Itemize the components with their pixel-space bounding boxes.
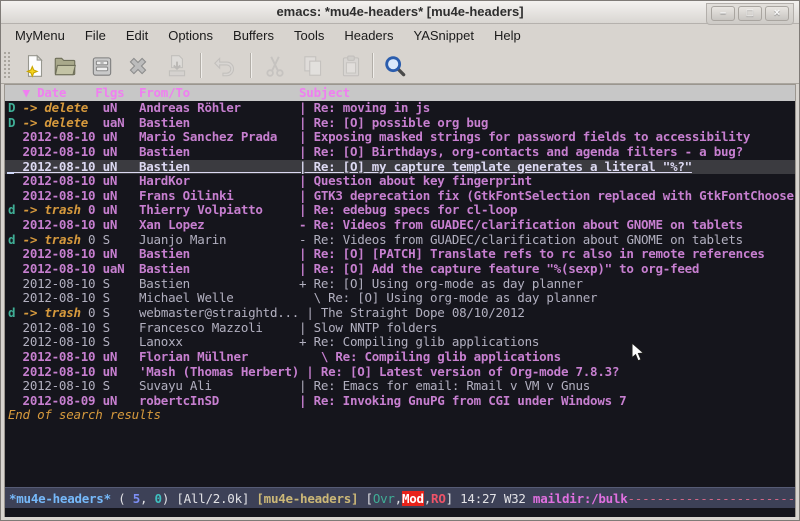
modeline-minor: [mu4e-headers] — [256, 491, 358, 506]
message-row[interactable]: 2012-08-10 uN Bastien | Re: [O] [PATCH] … — [5, 247, 795, 262]
undo-button[interactable] — [211, 53, 237, 79]
toolbar — [1, 47, 799, 84]
message-row[interactable]: D -> delete uaN Bastien | Re: [O] possib… — [5, 116, 795, 131]
save-as-button[interactable] — [164, 53, 190, 79]
emacs-window: emacs: *mu4e-headers* [mu4e-headers] –□×… — [0, 0, 800, 521]
new-file-button[interactable] — [22, 53, 48, 79]
message-row[interactable]: 2012-08-10 uN Bastien | Re: [O] my captu… — [5, 160, 795, 175]
modeline-plain: , — [395, 491, 402, 506]
toolbar-separator — [250, 53, 251, 78]
minimize-button[interactable]: – — [711, 6, 735, 21]
menu-headers[interactable]: Headers — [334, 26, 403, 45]
message-row[interactable]: 2012-08-10 uN Florian Müllner \ Re: Comp… — [5, 350, 795, 365]
modeline-plain: ] 14:27 W32 — [446, 491, 533, 506]
message-row[interactable]: 2012-08-10 S Lanoxx + Re: Compiling glib… — [5, 335, 795, 350]
maximize-button[interactable]: □ — [738, 6, 762, 21]
modeline-ro: RO — [431, 491, 446, 506]
menu-help[interactable]: Help — [484, 26, 531, 45]
message-row[interactable]: 2012-08-10 uN Xan Lopez - Re: Videos fro… — [5, 218, 795, 233]
message-row[interactable]: 2012-08-10 uN 'Mash (Thomas Herbert) | R… — [5, 365, 795, 380]
message-row[interactable]: 2012-08-10 S Francesco Mazzoli | Slow NN… — [5, 321, 795, 336]
message-row[interactable]: 2012-08-10 S Suvayu Ali | Re: Emacs for … — [5, 379, 795, 394]
modeline-plain: , — [424, 491, 431, 506]
menu-mymenu[interactable]: MyMenu — [5, 26, 75, 45]
mu4e-headers-buffer[interactable]: D -> delete uN Andreas Röhler | Re: movi… — [5, 101, 795, 487]
search-button[interactable] — [382, 53, 408, 79]
paste-button[interactable] — [338, 53, 364, 79]
toolbar-separator — [200, 53, 201, 78]
save-button[interactable] — [89, 53, 115, 79]
modeline-cyan: 0 — [155, 491, 162, 506]
message-row[interactable]: 2012-08-10 uN Frans Oilinki | GTK3 depre… — [5, 189, 795, 204]
echo-area[interactable] — [5, 508, 795, 517]
modeline-plain: , — [140, 491, 155, 506]
modeline-dash: ----------------------------------------… — [628, 491, 795, 506]
window-title: emacs: *mu4e-headers* [mu4e-headers] — [1, 4, 799, 19]
message-row[interactable]: d -> trash 0 uN Thierry Volpiatto | Re: … — [5, 203, 795, 218]
open-file-button[interactable] — [52, 53, 78, 79]
toolbar-drag-handle[interactable] — [3, 51, 11, 80]
copy-button[interactable] — [300, 53, 326, 79]
modeline-dir: maildir:/bulk — [533, 491, 628, 506]
message-row[interactable]: D -> delete uN Andreas Röhler | Re: movi… — [5, 101, 795, 116]
modeline-buffer: *mu4e-headers* — [9, 491, 111, 506]
menu-buffers[interactable]: Buffers — [223, 26, 284, 45]
modeline-mod: Mod — [402, 491, 424, 506]
close-button[interactable]: × — [765, 6, 789, 21]
menu-bar: MyMenuFileEditOptionsBuffersToolsHeaders… — [1, 24, 799, 47]
message-row[interactable]: 2012-08-10 uN Mario Sanchez Prada | Expo… — [5, 130, 795, 145]
modeline-teal: Ovr — [373, 491, 395, 506]
emacs-frame: ▼ Date Flgs From/To Subject D -> delete … — [4, 84, 796, 517]
menu-file[interactable]: File — [75, 26, 116, 45]
message-row[interactable]: 2012-08-10 uN HardKor | Question about k… — [5, 174, 795, 189]
message-row[interactable]: 2012-08-10 S Michael Welle \ Re: [O] Usi… — [5, 291, 795, 306]
window-controls: –□× — [706, 3, 794, 25]
cut-button[interactable] — [262, 53, 288, 79]
menu-tools[interactable]: Tools — [284, 26, 334, 45]
close-buffer-button[interactable] — [125, 53, 151, 79]
menu-options[interactable]: Options — [158, 26, 223, 45]
message-row[interactable]: 2012-08-09 uN robertcInSD | Re: Invoking… — [5, 394, 795, 409]
message-row[interactable]: 2012-08-10 uaN Bastien | Re: [O] Add the… — [5, 262, 795, 277]
end-of-search-results: End of search results — [5, 408, 795, 423]
modeline-plain: [ — [358, 491, 373, 506]
modeline-plain: ) [All/2.0k] — [162, 491, 257, 506]
toolbar-separator — [372, 53, 373, 78]
mode-line: *mu4e-headers* ( 5, 0) [All/2.0k] [mu4e-… — [5, 487, 795, 508]
message-row[interactable]: d -> trash 0 S Juanjo Marin - Re: Videos… — [5, 233, 795, 248]
message-row[interactable]: d -> trash 0 S webmaster@straightd... | … — [5, 306, 795, 321]
modeline-plain: ( — [111, 491, 133, 506]
menu-edit[interactable]: Edit — [116, 26, 158, 45]
message-row[interactable]: 2012-08-10 S Bastien + Re: [O] Using org… — [5, 277, 795, 292]
message-row[interactable]: 2012-08-10 uN Bastien | Re: [O] Birthday… — [5, 145, 795, 160]
title-bar[interactable]: emacs: *mu4e-headers* [mu4e-headers] –□× — [1, 1, 799, 24]
menu-yasnippet[interactable]: YASnippet — [403, 26, 483, 45]
headers-column-header[interactable]: ▼ Date Flgs From/To Subject — [5, 85, 795, 101]
modeline-blue: 5 — [133, 491, 140, 506]
